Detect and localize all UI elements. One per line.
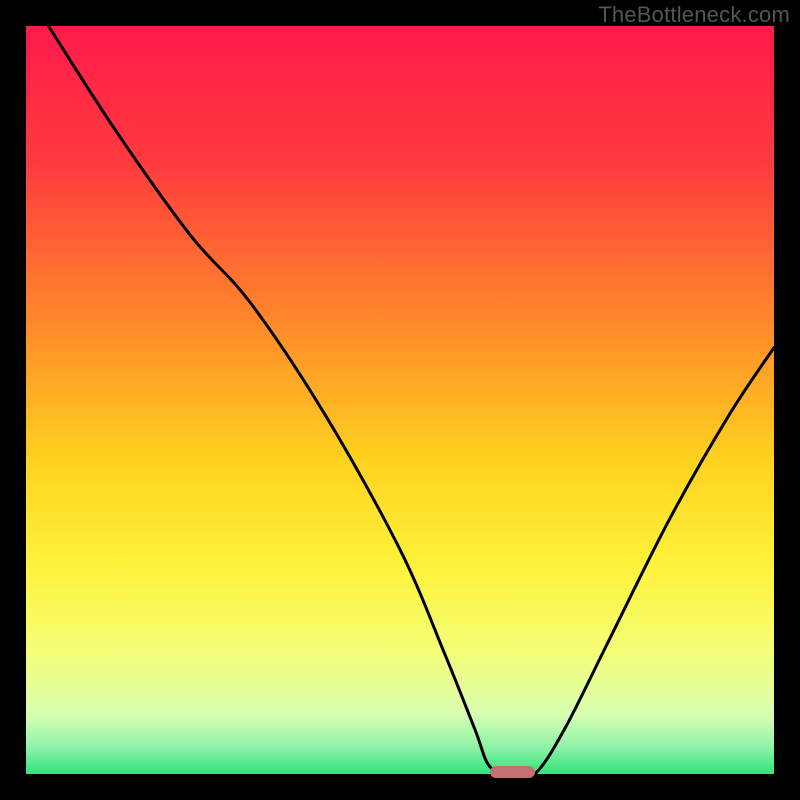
bottleneck-chart [26, 26, 774, 774]
watermark-text: TheBottleneck.com [598, 2, 790, 28]
gradient-background [26, 26, 774, 774]
chart-frame: TheBottleneck.com [0, 0, 800, 800]
optimal-range-marker [490, 766, 535, 778]
